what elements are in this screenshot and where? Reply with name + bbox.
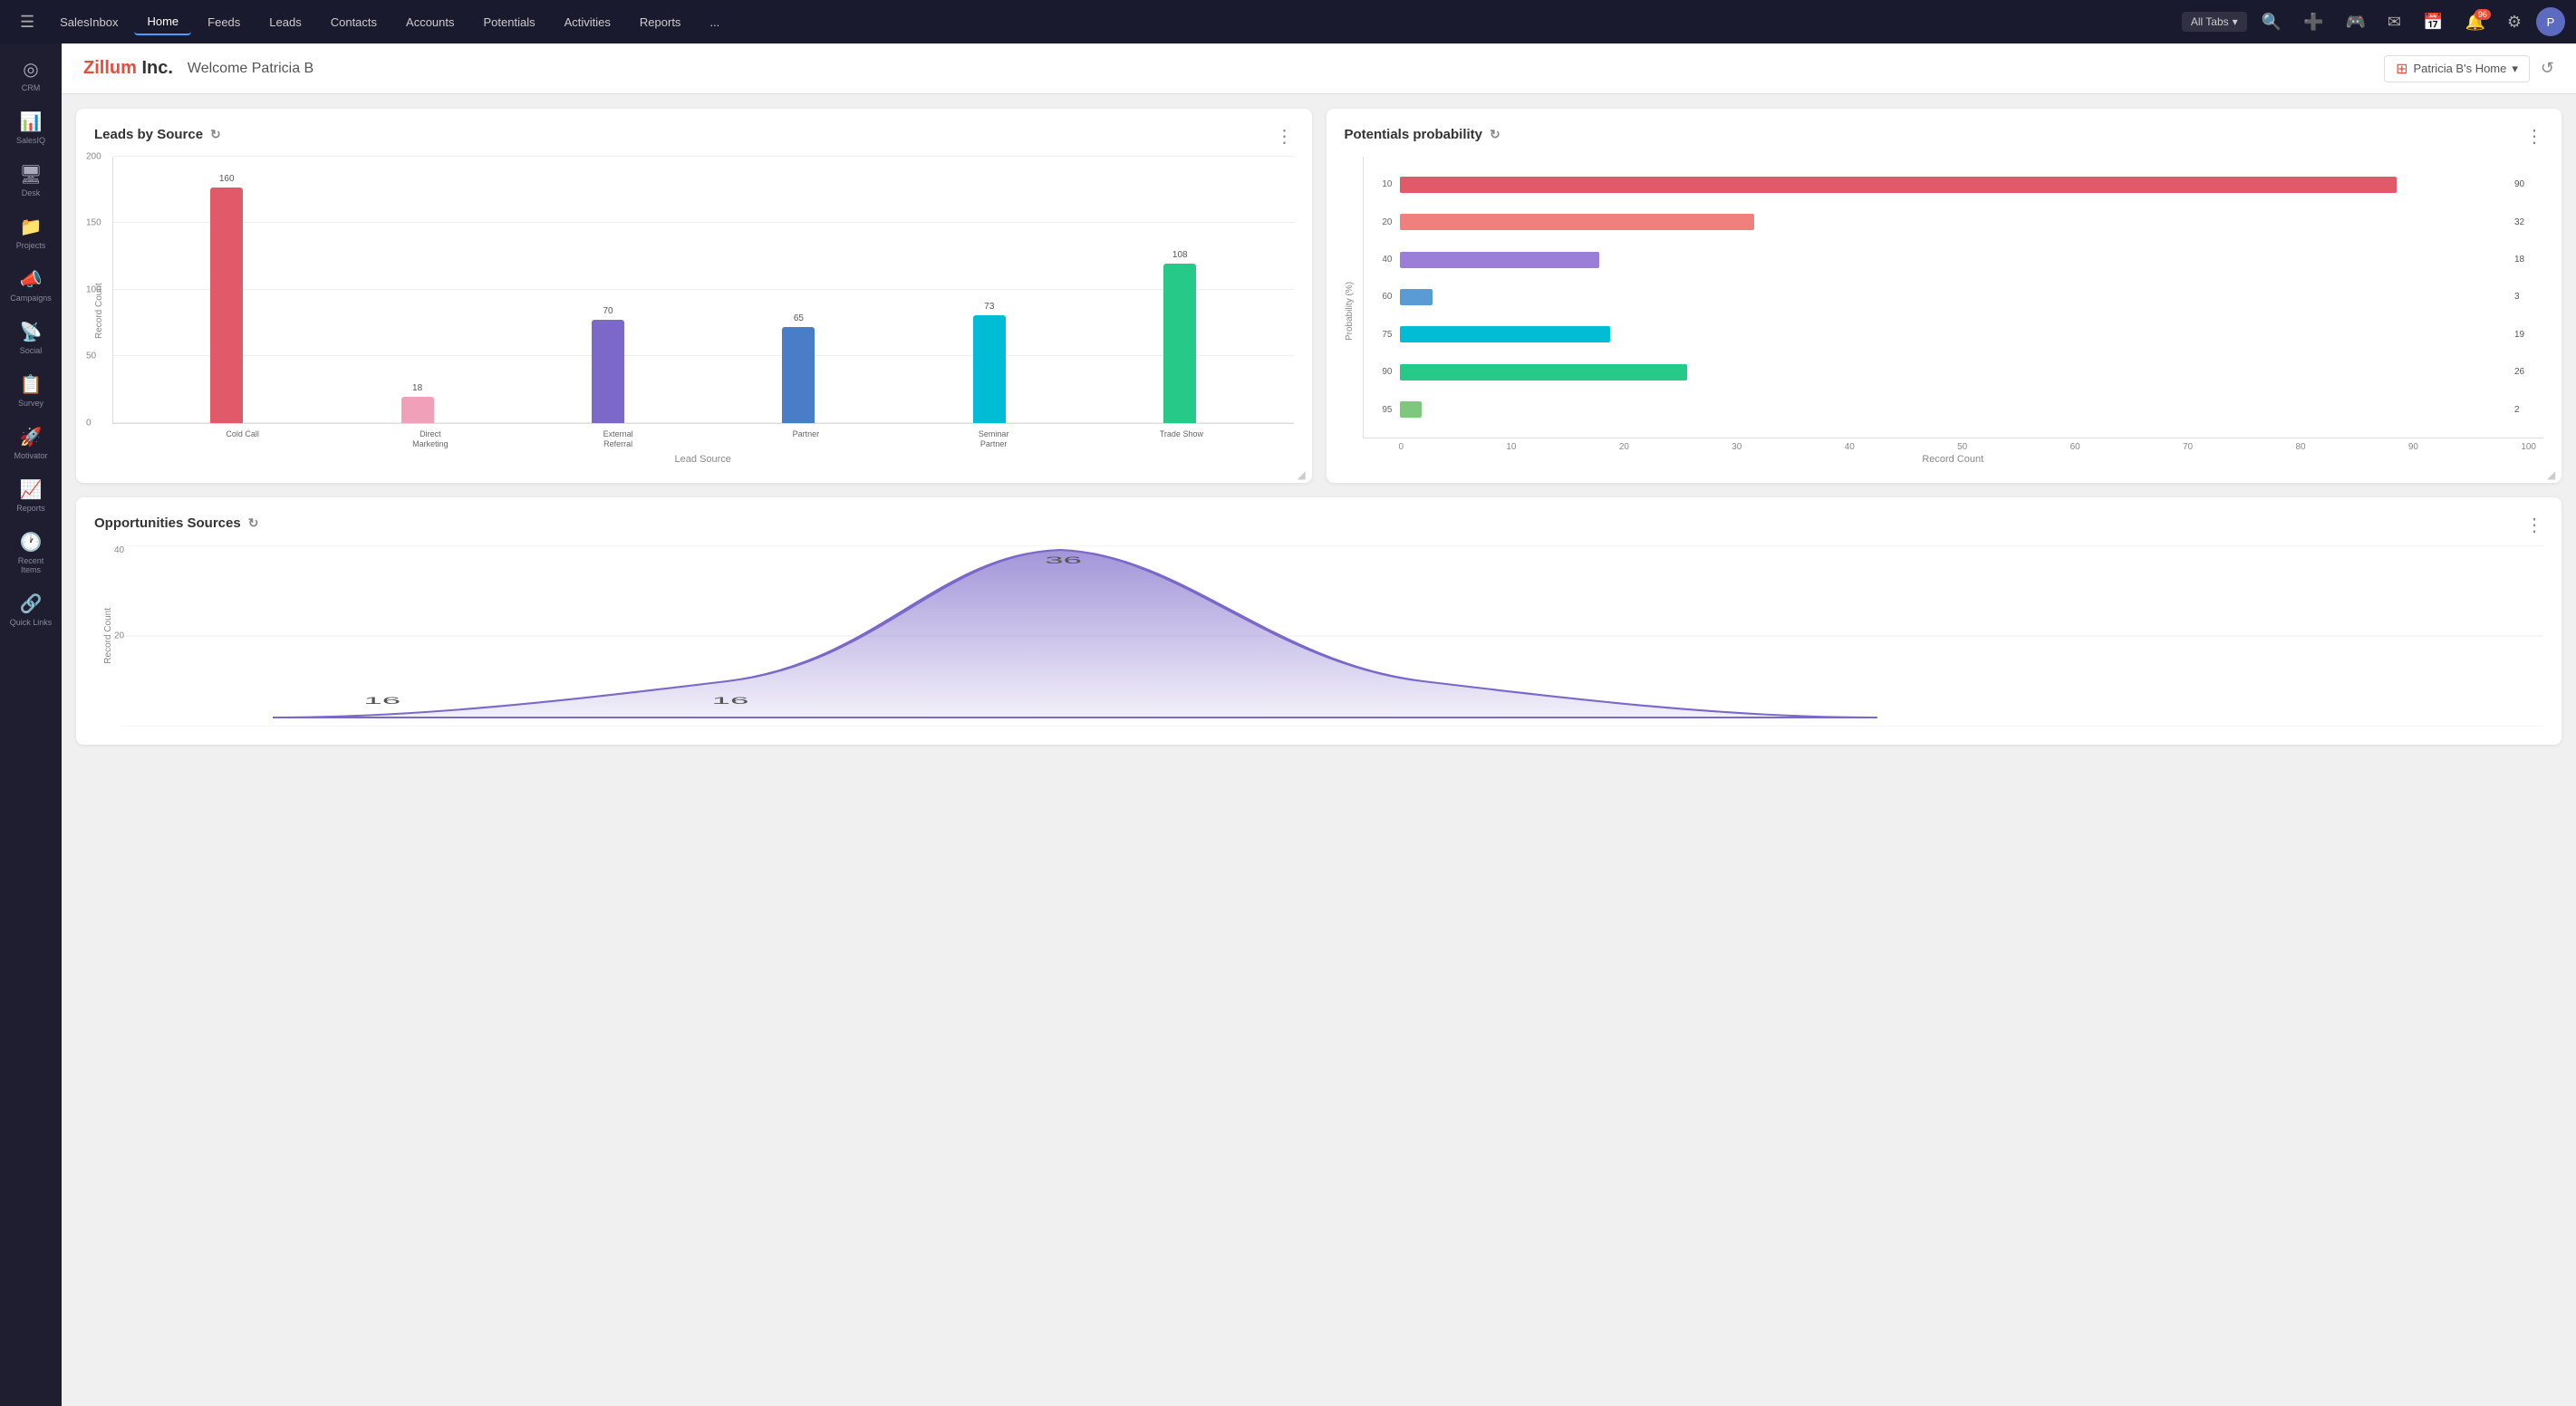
opportunities-chart-refresh-icon[interactable]: ↻ <box>248 515 259 531</box>
search-icon[interactable]: 🔍 <box>2254 9 2289 35</box>
quick-links-icon: 🔗 <box>20 592 43 615</box>
leads-chart-grid: 200 150 100 50 0 160 <box>112 157 1294 424</box>
sidebar-item-recent-items[interactable]: 🕐 Recent Items <box>4 524 58 582</box>
opportunities-sources-card: Opportunities Sources ↻ ⋮ Record Count 4… <box>76 497 2562 745</box>
notification-icon[interactable]: 🔔 96 <box>2457 9 2492 35</box>
recent-icon: 🕐 <box>20 531 43 554</box>
nav-contacts[interactable]: Contacts <box>318 10 390 34</box>
potentials-y-label: Probability (%) <box>1345 157 1363 465</box>
opportunities-chart-menu-icon[interactable]: ⋮ <box>2525 514 2543 536</box>
potentials-chart-wrap: Probability (%) 10 90 <box>1345 157 2544 465</box>
survey-icon: 📋 <box>20 373 43 396</box>
nav-home[interactable]: Home <box>134 9 191 35</box>
hbar-row-10: 10 90 <box>1364 177 2544 193</box>
sidebar-item-reports[interactable]: 📈 Reports <box>4 471 58 520</box>
dashboard-grid: Leads by Source ↻ ⋮ Record Count 200 150… <box>62 94 2576 759</box>
nav-activities[interactable]: Activities <box>552 10 623 34</box>
leads-y-axis-label: Record Count <box>94 157 112 465</box>
calendar-icon[interactable]: 📅 <box>2416 9 2450 35</box>
desk-icon: 🖥 <box>19 163 42 186</box>
mail-icon[interactable]: ✉ <box>2380 9 2408 35</box>
bars-container: 160 18 70 <box>113 157 1294 423</box>
potentials-chart-refresh-icon[interactable]: ↻ <box>1490 127 1500 142</box>
top-navigation: ☰ SalesInbox Home Feeds Leads Contacts A… <box>0 0 2576 43</box>
leads-x-axis-title: Lead Source <box>112 454 1294 465</box>
nav-more[interactable]: ... <box>697 10 732 34</box>
campaigns-icon: 📣 <box>20 268 43 291</box>
projects-icon: 📁 <box>20 216 43 238</box>
leads-chart-inner: 200 150 100 50 0 160 <box>112 157 1294 465</box>
sidebar-item-motivator[interactable]: 🚀 Motivator <box>4 419 58 467</box>
sidebar-item-crm[interactable]: ◎ CRM <box>4 51 58 100</box>
hbar-row-40: 40 18 <box>1364 252 2544 268</box>
user-avatar[interactable]: P <box>2536 7 2565 36</box>
leads-x-labels: Cold Call Direct Marketing External Refe… <box>130 424 1294 450</box>
settings-icon[interactable]: ⚙ <box>2500 9 2529 35</box>
sidebar-item-survey[interactable]: 📋 Survey <box>4 366 58 415</box>
nav-leads[interactable]: Leads <box>256 10 314 34</box>
potentials-chart-title: Potentials probability ↻ <box>1345 127 2544 142</box>
leads-chart-menu-icon[interactable]: ⋮ <box>1276 125 1294 148</box>
leads-bar-chart: Record Count 200 150 100 50 0 <box>94 157 1294 465</box>
bar-partner: 65 <box>782 313 815 423</box>
bar-cold-call: 160 <box>210 174 243 423</box>
sidebar-item-campaigns[interactable]: 📣 Campaigns <box>4 261 58 310</box>
svg-text:36: 36 <box>1045 554 1082 566</box>
sidebar-item-projects[interactable]: 📁 Projects <box>4 208 58 257</box>
welcome-message: Welcome Patricia B <box>188 61 314 77</box>
main-content: Zillum Inc. Welcome Patricia B ⊞ Patrici… <box>62 43 2576 1406</box>
leads-chart-refresh-icon[interactable]: ↻ <box>210 127 221 142</box>
crm-icon: ◎ <box>23 58 38 81</box>
sidebar-item-salesiq[interactable]: 📊 SalesIQ <box>4 103 58 152</box>
sidebar-item-social[interactable]: 📡 Social <box>4 313 58 362</box>
games-icon[interactable]: 🎮 <box>2339 9 2373 35</box>
nav-right-section: All Tabs ▾ 🔍 ➕ 🎮 ✉ 📅 🔔 96 ⚙ P <box>2182 7 2565 36</box>
hbar-row-20: 20 32 <box>1364 214 2544 230</box>
potentials-chart-menu-icon[interactable]: ⋮ <box>2525 125 2543 148</box>
notification-badge: 96 <box>2475 9 2491 20</box>
nav-potentials[interactable]: Potentials <box>471 10 548 34</box>
bar-direct-marketing: 18 <box>401 383 434 423</box>
svg-text:16: 16 <box>712 695 749 707</box>
potentials-resize-handle[interactable]: ◢ <box>2547 468 2558 479</box>
reports-sidebar-icon: 📈 <box>20 478 43 501</box>
hbar-row-75: 75 19 <box>1364 326 2544 342</box>
hbar-row-60: 60 3 <box>1364 289 2544 305</box>
sidebar-item-desk[interactable]: 🖥 Desk <box>4 156 58 205</box>
grid-icon: ⊞ <box>2396 60 2407 78</box>
nav-accounts[interactable]: Accounts <box>393 10 467 34</box>
nav-salesinbox[interactable]: SalesInbox <box>47 10 130 34</box>
leads-chart-title: Leads by Source ↻ <box>94 127 1294 142</box>
logo: Zillum Inc. <box>83 58 173 79</box>
opportunities-chart-title: Opportunities Sources ↻ <box>94 515 2543 531</box>
hamburger-menu-icon[interactable]: ☰ <box>11 7 43 37</box>
potentials-x-axis: 0 10 20 30 40 50 60 70 80 90 100 <box>1363 438 2544 452</box>
opportunities-chart-wrap: Record Count 40 20 <box>94 545 2543 727</box>
header-bar: Zillum Inc. Welcome Patricia B ⊞ Patrici… <box>62 43 2576 94</box>
potentials-x-title: Record Count <box>1363 454 2544 465</box>
resize-handle[interactable]: ◢ <box>1298 468 1308 479</box>
svg-text:16: 16 <box>363 695 400 707</box>
left-sidebar: ◎ CRM 📊 SalesIQ 🖥 Desk 📁 Projects 📣 Camp… <box>0 43 62 1406</box>
hbar-row-95: 95 2 <box>1364 401 2544 418</box>
home-selector-button[interactable]: ⊞ Patricia B's Home ▾ <box>2384 55 2530 82</box>
opportunities-svg: 16 16 36 <box>121 545 2543 727</box>
bar-trade-show: 108 <box>1163 250 1196 423</box>
bar-external-referral: 70 <box>592 306 624 423</box>
nav-feeds[interactable]: Feeds <box>195 10 253 34</box>
sidebar-item-quick-links[interactable]: 🔗 Quick Links <box>4 585 58 634</box>
page-refresh-icon[interactable]: ↺ <box>2541 59 2554 78</box>
potentials-probability-card: Potentials probability ↻ ⋮ Probability (… <box>1327 109 2562 483</box>
opportunities-y-label: Record Count <box>103 608 113 664</box>
bar-seminar-partner: 73 <box>973 302 1006 423</box>
leads-by-source-card: Leads by Source ↻ ⋮ Record Count 200 150… <box>76 109 1312 483</box>
potentials-hbar-grid: 10 90 20 <box>1363 157 2544 438</box>
motivator-icon: 🚀 <box>20 426 43 448</box>
add-icon[interactable]: ➕ <box>2296 9 2330 35</box>
all-tabs-button[interactable]: All Tabs ▾ <box>2182 12 2247 32</box>
nav-reports[interactable]: Reports <box>627 10 694 34</box>
hbar-row-90: 90 26 <box>1364 364 2544 380</box>
social-icon: 📡 <box>20 321 43 343</box>
salesiq-icon: 📊 <box>20 111 43 133</box>
